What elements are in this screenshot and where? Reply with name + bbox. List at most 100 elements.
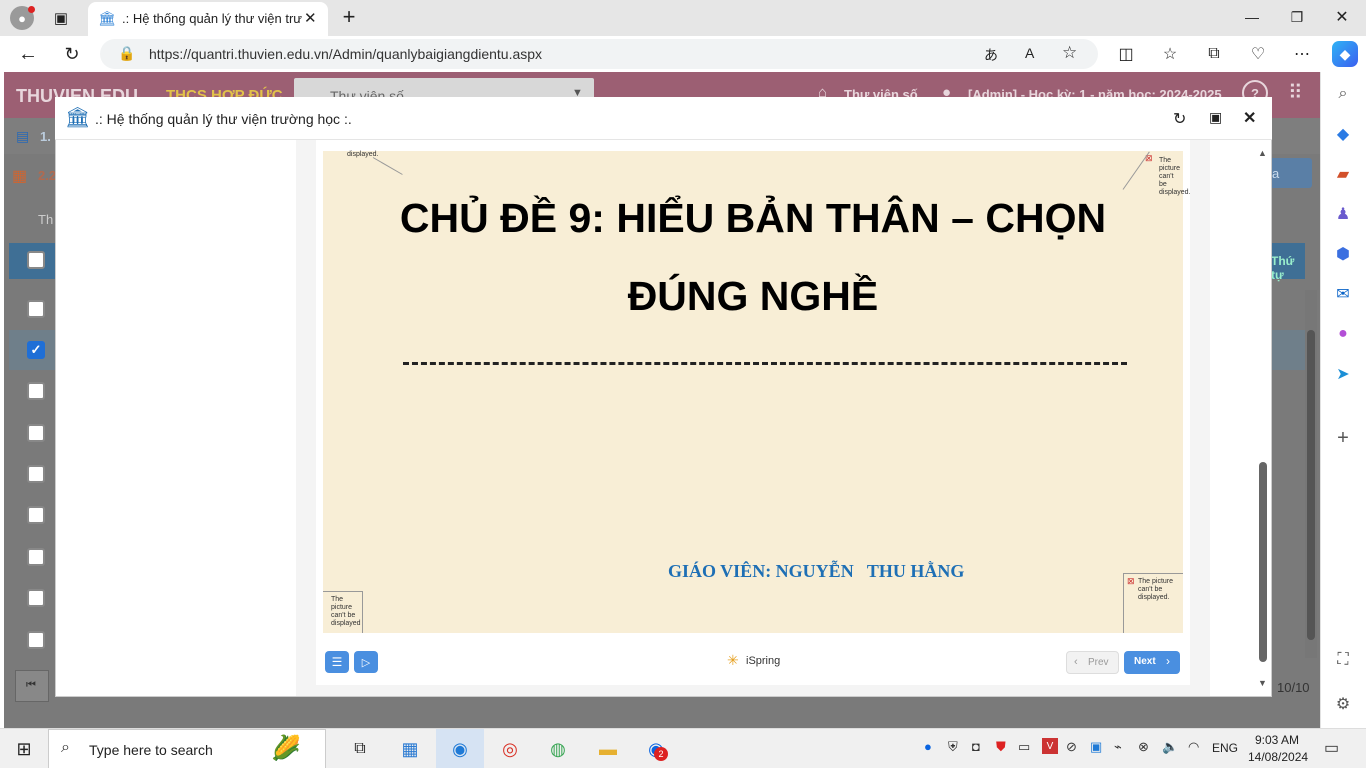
tray-network-off-icon[interactable]: ⊘ — [1066, 739, 1077, 755]
tray-camera-icon[interactable]: ◘ — [972, 739, 980, 754]
chevron-left-icon: ‹ — [1074, 656, 1078, 668]
tools-icon[interactable]: ▰ — [1331, 162, 1355, 186]
clock-date[interactable]: 14/08/2024 — [1248, 750, 1308, 764]
tray-wifi-icon[interactable]: ◠ — [1188, 739, 1199, 755]
outline-menu-icon[interactable]: ☰ — [325, 651, 349, 673]
play-icon[interactable]: ▷ — [354, 651, 378, 673]
site-action-label: a — [1272, 166, 1280, 181]
back-icon[interactable]: ← — [16, 42, 40, 66]
row-checkbox[interactable] — [27, 631, 45, 649]
tray-zalo-icon[interactable]: ● — [924, 739, 932, 754]
lock-icon[interactable]: 🔒 — [118, 45, 135, 62]
file-explorer-icon[interactable]: ▬ — [584, 729, 632, 768]
ispring-logo-icon: ✳ — [727, 652, 739, 668]
window-close-icon[interactable]: ✕ — [1330, 6, 1354, 28]
browser-tab-active[interactable]: 🏛 .: Hệ thống quản lý thư viện trườ ✕ — [88, 2, 328, 36]
read-aloud-icon[interactable]: A — [1025, 45, 1034, 61]
url-text[interactable]: https://quantri.thuvien.edu.vn/Admin/qua… — [149, 46, 542, 62]
shopping-tag-icon[interactable]: ◆ — [1331, 122, 1355, 146]
zalo-badge: 2 — [654, 747, 668, 761]
row2-label: 2.2 — [38, 168, 57, 183]
slide: displayed. ⊠ The picture can't be displa… — [323, 151, 1191, 633]
tray-unikey-icon[interactable]: V — [1042, 738, 1058, 754]
tray-app-icon[interactable]: ▣ — [1090, 739, 1102, 755]
games-icon[interactable]: ♟ — [1331, 202, 1355, 226]
split-screen-icon[interactable]: ◫ — [1114, 42, 1138, 66]
row-checkbox[interactable] — [27, 300, 45, 318]
prev-button[interactable]: ‹ Prev — [1066, 651, 1119, 674]
scroll-up-icon[interactable]: ▲ — [1258, 148, 1267, 158]
notifications-icon[interactable]: ▭ — [1324, 738, 1339, 758]
list-icon: ▤ — [16, 128, 30, 144]
row-checkbox[interactable] — [27, 382, 45, 400]
modal-scrollbar[interactable]: ▲ ▼ — [1258, 148, 1268, 688]
modal-refresh-icon[interactable]: ↻ — [1173, 109, 1186, 129]
chrome-icon[interactable]: ◎ — [486, 729, 534, 768]
new-tab-icon[interactable]: + — [338, 4, 360, 29]
copilot-icon[interactable]: ◆ — [1332, 41, 1358, 67]
url-box[interactable]: 🔒 https://quantri.thuvien.edu.vn/Admin/q… — [100, 39, 1098, 69]
taskbar-search-box[interactable]: ⌕ Type here to search 🌽 — [48, 729, 326, 768]
col-order: Thứ tự — [1271, 254, 1295, 282]
modal-header: 🏛 .: Hệ thống quản lý thư viện trường họ… — [55, 97, 1272, 140]
favorites-icon[interactable]: ☆ — [1158, 42, 1182, 66]
row-checkbox[interactable] — [27, 465, 45, 483]
modal-title: .: Hệ thống quản lý thư viện trường học … — [95, 111, 352, 127]
favorite-star-icon[interactable]: ☆ — [1062, 43, 1077, 63]
broken-image-bottom-right: The picture can't be displayed. — [1138, 578, 1174, 601]
translate-icon[interactable]: あ — [984, 45, 998, 65]
tray-shield-icon[interactable]: ⛨ — [948, 739, 958, 755]
tray-antivirus-icon[interactable]: ⛊ — [996, 739, 1006, 755]
notification-dot — [28, 6, 35, 13]
search-icon[interactable]: ⌕ — [1331, 82, 1355, 106]
task-view-icon[interactable]: ⧉ — [336, 729, 384, 768]
taskbar: ⊞ ⌕ Type here to search 🌽 ⧉ ▦ ◉ ◎ ◍ ▬ ◉ … — [0, 728, 1366, 768]
designer-icon[interactable]: ● — [1331, 322, 1355, 346]
tray-volume-icon[interactable]: 🔈 — [1162, 739, 1178, 755]
refresh-icon[interactable]: ↻ — [60, 42, 84, 66]
pager-count: 10/10 — [1277, 680, 1310, 695]
tab-actions-icon[interactable]: ▣ — [50, 7, 72, 29]
pager-first-button[interactable]: ⏮ — [15, 670, 49, 702]
add-sidebar-icon[interactable]: + — [1331, 426, 1355, 450]
site-scroll-thumb[interactable] — [1307, 330, 1315, 640]
tray-monitor-icon[interactable]: ▭ — [1018, 739, 1030, 755]
first-page-icon: ⏮ — [26, 679, 36, 691]
clock-time[interactable]: 9:03 AM — [1255, 733, 1299, 747]
site-scrollbar[interactable] — [1305, 290, 1317, 658]
outlook-icon[interactable]: ✉ — [1331, 282, 1355, 306]
screenshot-icon[interactable]: ⛶ — [1331, 648, 1355, 672]
next-button[interactable]: Next › — [1124, 651, 1180, 674]
modal-close-icon[interactable]: ✕ — [1243, 108, 1256, 128]
edge-icon[interactable]: ◉ — [436, 729, 484, 768]
taskbar-search-placeholder: Type here to search — [89, 742, 213, 758]
broken-image-bottom-left: The picture can't be displayed — [331, 596, 361, 627]
row-checkbox[interactable] — [27, 589, 45, 607]
row-checkbox[interactable] — [27, 548, 45, 566]
chevron-right-icon: › — [1166, 654, 1170, 668]
send-icon[interactable]: ➤ — [1331, 362, 1355, 386]
microsoft365-icon[interactable]: ⬢ — [1331, 242, 1355, 266]
row-checkbox[interactable] — [27, 424, 45, 442]
coccoc-icon[interactable]: ◍ — [534, 729, 582, 768]
store-icon[interactable]: ▦ — [386, 729, 434, 768]
language-indicator[interactable]: ENG — [1212, 741, 1238, 755]
tray-usb-icon[interactable]: ⌁ — [1114, 739, 1122, 755]
sidebar-settings-icon[interactable]: ⚙ — [1331, 692, 1355, 716]
scroll-down-icon[interactable]: ▼ — [1258, 678, 1267, 688]
apps-grid-icon[interactable]: ⠿ — [1288, 80, 1303, 105]
select-all-checkbox[interactable] — [27, 251, 45, 269]
tray-mute-icon[interactable]: ⊗ — [1138, 739, 1149, 755]
tab-close-icon[interactable]: ✕ — [304, 9, 317, 27]
collections-icon[interactable]: ⧉ — [1202, 42, 1226, 66]
restore-icon[interactable]: ❐ — [1285, 6, 1309, 28]
modal-maximize-icon[interactable]: ▣ — [1209, 109, 1222, 126]
row-checkbox-checked[interactable]: ✓ — [27, 341, 45, 359]
windows-start-icon[interactable]: ⊞ — [0, 729, 48, 768]
minimize-icon[interactable]: — — [1240, 6, 1264, 28]
modal-scroll-thumb[interactable] — [1259, 462, 1267, 662]
row-checkbox[interactable] — [27, 506, 45, 524]
more-menu-icon[interactable]: ⋯ — [1290, 42, 1314, 66]
library-building-icon: 🏛 — [65, 107, 91, 129]
browser-essentials-icon[interactable]: ♡ — [1246, 42, 1270, 66]
